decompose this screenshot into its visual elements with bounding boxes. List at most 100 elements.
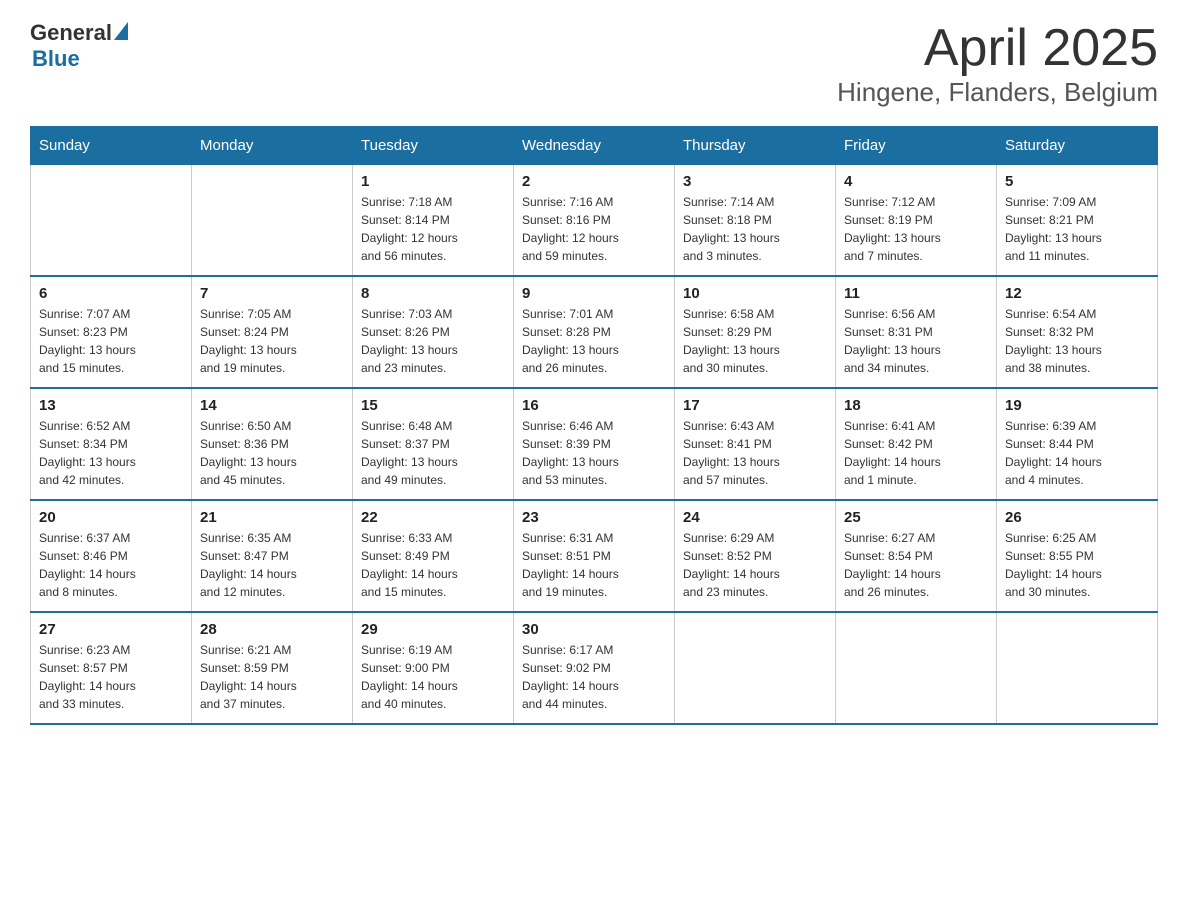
logo-blue-text: Blue [32, 46, 80, 72]
day-number: 26 [1005, 509, 1149, 526]
day-number: 23 [522, 509, 666, 526]
page-subtitle: Hingene, Flanders, Belgium [837, 77, 1158, 108]
calendar-cell: 11Sunrise: 6:56 AM Sunset: 8:31 PM Dayli… [836, 276, 997, 388]
calendar-cell: 8 Sunrise: 7:03 AM Sunset: 8:26 PM Daylig… [353, 276, 514, 388]
day-number: 24 [683, 509, 827, 526]
calendar-header-wednesday: Wednesday [514, 127, 675, 165]
calendar-header-monday: Monday [192, 127, 353, 165]
calendar-cell: 19 Sunrise: 6:39 AM Sunset: 8:44 PM Dayli… [997, 388, 1158, 500]
day-info: Sunrise: 6:25 AM Sunset: 8:55 PM Dayligh… [1005, 529, 1149, 601]
day-number: 5 [1005, 173, 1149, 190]
calendar-week-row: 27 Sunrise: 6:23 AM Sunset: 8:57 PM Dayli… [31, 612, 1158, 724]
day-info: Sunrise: 7:16 AM Sunset: 8:16 PM Dayligh… [522, 193, 666, 265]
day-number: 20 [39, 509, 183, 526]
logo-general-text: General [30, 20, 112, 46]
day-number: 1 [361, 173, 505, 190]
day-number: 2 [522, 173, 666, 190]
calendar-header-tuesday: Tuesday [353, 127, 514, 165]
calendar-header-friday: Friday [836, 127, 997, 165]
calendar-cell [192, 165, 353, 277]
day-info: Sunrise: 6:33 AM Sunset: 8:49 PM Dayligh… [361, 529, 505, 601]
calendar-cell: 24 Sunrise: 6:29 AM Sunset: 8:52 PM Dayli… [675, 500, 836, 612]
calendar-cell: 3 Sunrise: 7:14 AM Sunset: 8:18 PM Daylig… [675, 165, 836, 277]
day-number: 29 [361, 621, 505, 638]
day-info: Sunrise: 6:54 AM Sunset: 8:32 PM Dayligh… [1005, 305, 1149, 377]
calendar-week-row: 6Sunrise: 7:07 AM Sunset: 8:23 PM Daylig… [31, 276, 1158, 388]
day-info: Sunrise: 6:17 AM Sunset: 9:02 PM Dayligh… [522, 641, 666, 713]
day-number: 3 [683, 173, 827, 190]
day-number: 7 [200, 285, 344, 302]
calendar-cell [836, 612, 997, 724]
title-block: April 2025 Hingene, Flanders, Belgium [837, 20, 1158, 108]
logo: General Blue [30, 20, 128, 72]
day-info: Sunrise: 7:12 AM Sunset: 8:19 PM Dayligh… [844, 193, 988, 265]
day-number: 17 [683, 397, 827, 414]
day-info: Sunrise: 6:37 AM Sunset: 8:46 PM Dayligh… [39, 529, 183, 601]
calendar-cell: 23 Sunrise: 6:31 AM Sunset: 8:51 PM Dayli… [514, 500, 675, 612]
calendar-week-row: 20 Sunrise: 6:37 AM Sunset: 8:46 PM Dayli… [31, 500, 1158, 612]
day-info: Sunrise: 6:50 AM Sunset: 8:36 PM Dayligh… [200, 417, 344, 489]
calendar-header-saturday: Saturday [997, 127, 1158, 165]
day-info: Sunrise: 6:19 AM Sunset: 9:00 PM Dayligh… [361, 641, 505, 713]
day-number: 18 [844, 397, 988, 414]
day-number: 30 [522, 621, 666, 638]
calendar-cell: 27 Sunrise: 6:23 AM Sunset: 8:57 PM Dayli… [31, 612, 192, 724]
calendar-cell: 20 Sunrise: 6:37 AM Sunset: 8:46 PM Dayli… [31, 500, 192, 612]
day-number: 14 [200, 397, 344, 414]
day-number: 22 [361, 509, 505, 526]
logo-triangle-icon [114, 22, 128, 40]
day-number: 8 [361, 285, 505, 302]
day-info: Sunrise: 7:14 AM Sunset: 8:18 PM Dayligh… [683, 193, 827, 265]
day-info: Sunrise: 7:07 AM Sunset: 8:23 PM Dayligh… [39, 305, 183, 377]
day-info: Sunrise: 6:31 AM Sunset: 8:51 PM Dayligh… [522, 529, 666, 601]
day-number: 16 [522, 397, 666, 414]
calendar-cell: 6Sunrise: 7:07 AM Sunset: 8:23 PM Daylig… [31, 276, 192, 388]
calendar-cell: 30 Sunrise: 6:17 AM Sunset: 9:02 PM Dayli… [514, 612, 675, 724]
calendar-cell: 29 Sunrise: 6:19 AM Sunset: 9:00 PM Dayli… [353, 612, 514, 724]
calendar-table: SundayMondayTuesdayWednesdayThursdayFrid… [30, 126, 1158, 725]
calendar-header-row: SundayMondayTuesdayWednesdayThursdayFrid… [31, 127, 1158, 165]
day-number: 15 [361, 397, 505, 414]
day-info: Sunrise: 6:41 AM Sunset: 8:42 PM Dayligh… [844, 417, 988, 489]
day-number: 9 [522, 285, 666, 302]
calendar-cell: 10 Sunrise: 6:58 AM Sunset: 8:29 PM Dayli… [675, 276, 836, 388]
day-info: Sunrise: 6:52 AM Sunset: 8:34 PM Dayligh… [39, 417, 183, 489]
day-number: 28 [200, 621, 344, 638]
day-info: Sunrise: 6:39 AM Sunset: 8:44 PM Dayligh… [1005, 417, 1149, 489]
day-number: 10 [683, 285, 827, 302]
calendar-cell [31, 165, 192, 277]
day-info: Sunrise: 6:46 AM Sunset: 8:39 PM Dayligh… [522, 417, 666, 489]
calendar-week-row: 1 Sunrise: 7:18 AM Sunset: 8:14 PM Daylig… [31, 165, 1158, 277]
day-info: Sunrise: 6:35 AM Sunset: 8:47 PM Dayligh… [200, 529, 344, 601]
calendar-cell: 7 Sunrise: 7:05 AM Sunset: 8:24 PM Daylig… [192, 276, 353, 388]
day-info: Sunrise: 7:09 AM Sunset: 8:21 PM Dayligh… [1005, 193, 1149, 265]
calendar-cell [675, 612, 836, 724]
calendar-cell: 1 Sunrise: 7:18 AM Sunset: 8:14 PM Daylig… [353, 165, 514, 277]
calendar-cell: 17Sunrise: 6:43 AM Sunset: 8:41 PM Dayli… [675, 388, 836, 500]
day-number: 19 [1005, 397, 1149, 414]
page-header: General Blue April 2025 Hingene, Flander… [30, 20, 1158, 108]
day-info: Sunrise: 6:23 AM Sunset: 8:57 PM Dayligh… [39, 641, 183, 713]
calendar-header-thursday: Thursday [675, 127, 836, 165]
day-number: 21 [200, 509, 344, 526]
calendar-cell: 21 Sunrise: 6:35 AM Sunset: 8:47 PM Dayli… [192, 500, 353, 612]
day-number: 27 [39, 621, 183, 638]
day-info: Sunrise: 7:05 AM Sunset: 8:24 PM Dayligh… [200, 305, 344, 377]
day-number: 12 [1005, 285, 1149, 302]
calendar-cell: 5 Sunrise: 7:09 AM Sunset: 8:21 PM Daylig… [997, 165, 1158, 277]
calendar-cell: 16 Sunrise: 6:46 AM Sunset: 8:39 PM Dayli… [514, 388, 675, 500]
page-title: April 2025 [837, 20, 1158, 77]
calendar-cell: 28Sunrise: 6:21 AM Sunset: 8:59 PM Dayli… [192, 612, 353, 724]
day-info: Sunrise: 6:29 AM Sunset: 8:52 PM Dayligh… [683, 529, 827, 601]
day-info: Sunrise: 7:03 AM Sunset: 8:26 PM Dayligh… [361, 305, 505, 377]
day-info: Sunrise: 6:58 AM Sunset: 8:29 PM Dayligh… [683, 305, 827, 377]
calendar-cell: 9Sunrise: 7:01 AM Sunset: 8:28 PM Daylig… [514, 276, 675, 388]
calendar-header-sunday: Sunday [31, 127, 192, 165]
day-number: 25 [844, 509, 988, 526]
day-info: Sunrise: 7:18 AM Sunset: 8:14 PM Dayligh… [361, 193, 505, 265]
calendar-cell: 13Sunrise: 6:52 AM Sunset: 8:34 PM Dayli… [31, 388, 192, 500]
calendar-cell: 14 Sunrise: 6:50 AM Sunset: 8:36 PM Dayli… [192, 388, 353, 500]
calendar-cell: 12 Sunrise: 6:54 AM Sunset: 8:32 PM Dayli… [997, 276, 1158, 388]
calendar-cell: 2 Sunrise: 7:16 AM Sunset: 8:16 PM Daylig… [514, 165, 675, 277]
calendar-cell: 15Sunrise: 6:48 AM Sunset: 8:37 PM Dayli… [353, 388, 514, 500]
